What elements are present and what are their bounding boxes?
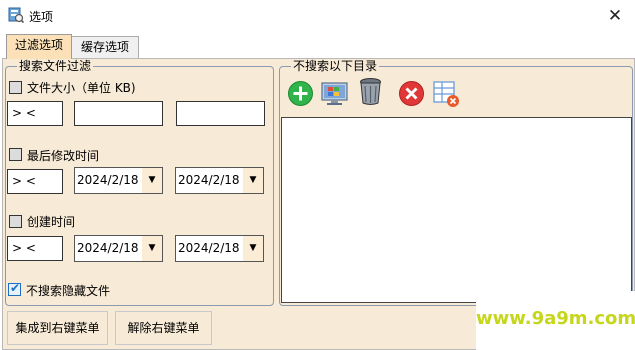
chevron-down-icon[interactable]: ▼: [243, 236, 263, 261]
recycle-bin-icon[interactable]: [355, 76, 386, 107]
watermark: www.9a9m.com: [476, 291, 635, 350]
last-modified-operator-field[interactable]: > <: [7, 169, 63, 194]
file-size-checkbox[interactable]: [9, 81, 22, 94]
window-title: 选项: [29, 10, 54, 24]
created-from-value: 2024/2/18: [77, 241, 139, 255]
checkmark-icon: ✔: [10, 281, 21, 295]
chevron-down-icon[interactable]: ▼: [142, 168, 162, 193]
file-size-max-field[interactable]: [176, 101, 265, 126]
last-modified-to-value: 2024/2/18: [178, 173, 240, 187]
file-size-operator-field[interactable]: > <: [7, 101, 63, 126]
close-button[interactable]: ✕: [604, 5, 626, 27]
exclude-dirs-list[interactable]: [281, 117, 632, 303]
last-modified-label: 最后修改时间: [27, 149, 100, 163]
hidden-files-label: 不搜索隐藏文件: [26, 284, 111, 298]
created-from-select[interactable]: 2024/2/18 ▼: [74, 235, 163, 262]
file-size-label: 文件大小（单位 KB): [27, 81, 136, 95]
created-to-value: 2024/2/18: [178, 241, 240, 255]
last-modified-to-select[interactable]: 2024/2/18 ▼: [175, 167, 264, 194]
title-bar: 选项 ✕: [0, 0, 635, 32]
search-filter-legend: 搜索文件过滤: [17, 59, 94, 73]
chevron-down-icon[interactable]: ▼: [142, 236, 162, 261]
clear-list-icon[interactable]: [431, 78, 462, 109]
chevron-down-icon[interactable]: ▼: [243, 168, 263, 193]
hidden-files-checkbox[interactable]: ✔: [8, 281, 21, 296]
last-modified-from-value: 2024/2/18: [77, 173, 139, 187]
app-icon: [8, 7, 24, 23]
created-to-select[interactable]: 2024/2/18 ▼: [175, 235, 264, 262]
computer-icon[interactable]: [319, 78, 350, 109]
file-size-min-field[interactable]: [74, 101, 163, 126]
tab-cache-options[interactable]: 缓存选项: [71, 36, 139, 58]
last-modified-checkbox[interactable]: [9, 148, 22, 161]
watermark-text: www.9a9m.com: [476, 308, 635, 329]
created-label: 创建时间: [27, 215, 76, 229]
exclude-dirs-legend: 不搜索以下目录: [291, 59, 380, 73]
delete-icon[interactable]: [396, 78, 427, 109]
integrate-context-menu-button[interactable]: 集成到右键菜单: [7, 311, 108, 345]
add-icon[interactable]: [285, 78, 316, 109]
tab-filter-options[interactable]: 过滤选项: [6, 34, 72, 59]
created-operator-field[interactable]: > <: [7, 236, 63, 261]
last-modified-from-select[interactable]: 2024/2/18 ▼: [74, 167, 163, 194]
created-checkbox[interactable]: [9, 215, 22, 228]
remove-context-menu-button[interactable]: 解除右键菜单: [115, 311, 212, 345]
